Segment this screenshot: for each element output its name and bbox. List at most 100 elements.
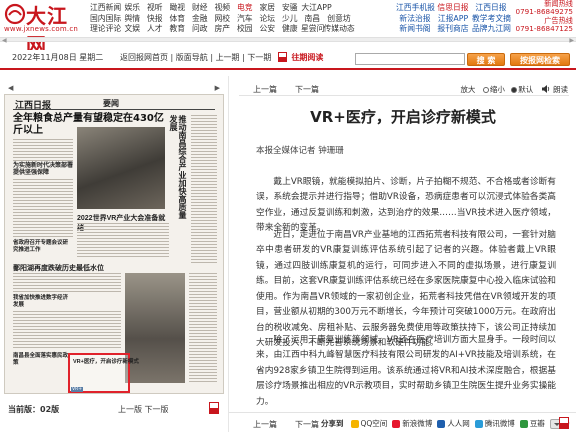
share-service-icon[interactable] [519, 419, 528, 428]
share-item[interactable]: 腾讯微博 [474, 418, 515, 429]
share-service-label[interactable]: QQ空间 [361, 418, 388, 429]
channel-link[interactable]: 新法治报 [396, 14, 434, 25]
newspaper-article-headline[interactable]: 南昌县全面落实惠民政策 [13, 353, 73, 367]
nav-link[interactable]: 创意坊 [324, 14, 355, 25]
speaker-icon[interactable] [541, 85, 551, 93]
pdf-icon[interactable] [277, 52, 287, 62]
nav-link[interactable]: 汽车 [234, 14, 257, 25]
channel-row: 新闻书阁 报刊商店 品牌九江网 [396, 24, 511, 35]
channel-link[interactable]: 品牌九江网 [472, 24, 511, 35]
nav-link[interactable]: 网校 [211, 14, 234, 25]
nav-link[interactable]: 公安 [256, 24, 279, 35]
nav-link[interactable]: 娱乐 [121, 3, 144, 14]
pdf-download-icon[interactable] [559, 417, 569, 429]
share-service-label[interactable]: 豆瓣 [530, 418, 545, 429]
zoom-option-label[interactable]: 缩小 [490, 85, 505, 94]
newspaper-page-image[interactable]: 江西日报 要闻 全年粮食总产量有望稳定在430亿斤以上 为实施新时代决策部署提供… [4, 94, 224, 394]
nav-link[interactable]: 论坛 [256, 14, 279, 25]
site-logo[interactable]: 大江网 www.jxnews.com.cn [4, 3, 84, 57]
nav-link[interactable]: 视听 [144, 3, 167, 14]
zoom-option-radio[interactable] [482, 87, 489, 93]
channel-link[interactable]: 江西日报 [472, 3, 510, 14]
share-item[interactable]: 人人网 [437, 418, 470, 429]
nav-link[interactable]: 电竞 [234, 3, 257, 14]
current-edition-label: 当前版：02版 [8, 405, 60, 414]
next-article-link[interactable]: 下一篇 [295, 420, 319, 429]
nav-link[interactable]: 健康 [279, 24, 302, 35]
share-label: 分享到 [321, 419, 344, 428]
nav-link[interactable]: 南昌 [301, 14, 324, 25]
share-item[interactable]: 新浪微博 [392, 418, 432, 429]
nav-link[interactable]: 大江APP [301, 3, 332, 14]
article-panel: 上一篇 下一篇 放大 缩小 默认 朗读 VR+医疗，开启诊疗新模式 本报全媒体记者… [228, 76, 576, 432]
scroll-right-icon[interactable]: ▶ [569, 37, 574, 44]
scroll-left-icon[interactable]: ◀ [2, 37, 7, 44]
nav-link[interactable]: 少儿 [279, 14, 302, 25]
next-article-link[interactable]: 下一篇 [295, 85, 319, 94]
channel-links: 江西手机报 信思日报 江西日报 新法治报 江报APP 教学考文摘 新闻书阁 报刊商店 品牌九江网 [396, 3, 511, 35]
nav-link[interactable]: 理论评论 [90, 24, 121, 35]
nav-link[interactable]: 教育 [166, 24, 189, 35]
newspaper-article-headline[interactable]: 省政府召开专题会议研究推进工作 [13, 240, 73, 254]
share-item[interactable]: 豆瓣 [519, 418, 545, 429]
share-service-icon[interactable] [392, 419, 401, 428]
channel-link[interactable]: 江西手机报 [396, 3, 435, 14]
share-service-icon[interactable] [437, 419, 446, 428]
nav-link[interactable]: 问政 [189, 24, 212, 35]
nav-link[interactable]: 视频 [211, 3, 234, 14]
share-service-label[interactable]: 腾讯微博 [485, 418, 515, 429]
channel-link[interactable]: 新闻书阁 [396, 24, 434, 35]
channel-link[interactable]: 报刊商店 [434, 24, 472, 35]
paper-footer: 当前版：02版 上一版 下一版 [0, 402, 228, 416]
nav-link[interactable]: 房产 [211, 24, 234, 35]
nav-link[interactable]: 校园 [234, 24, 257, 35]
archive-read-link[interactable]: 往期阅读 [291, 53, 323, 62]
horizontal-scrollbar[interactable]: ◀ ▶ [0, 37, 576, 44]
prev-article-link[interactable]: 上一篇 [253, 420, 277, 429]
zoom-option-label[interactable]: 默认 [518, 85, 533, 94]
search-input[interactable] [355, 53, 465, 65]
share-item[interactable]: QQ空间 [350, 418, 388, 429]
channel-link[interactable]: 江报APP [434, 14, 472, 25]
share-service-icon[interactable] [350, 419, 359, 428]
prev-article-link[interactable]: 上一篇 [253, 85, 277, 94]
next-edition-link[interactable]: 下一版 [145, 405, 169, 414]
newspaper-vertical-headline[interactable]: 推动南昌综合产业加快高质量发展 [169, 115, 188, 225]
newspaper-article-headline[interactable]: 我省加快推进数字经济发展 [13, 295, 73, 309]
nav-link[interactable]: 江西新闻 [90, 3, 121, 14]
nav-link[interactable]: 国内国际 [90, 14, 121, 25]
next-page-arrow-icon[interactable]: ▶ [215, 84, 220, 92]
prev-page-arrow-icon[interactable]: ◀ [8, 84, 13, 92]
nav-link[interactable]: 文娱 [121, 24, 144, 35]
nav-link[interactable]: 舆情 [121, 14, 144, 25]
newspaper-article-headline[interactable]: 为实施新时代决策部署提供坚强保障 [13, 163, 73, 177]
pdf-download-icon[interactable] [209, 402, 219, 414]
channel-link[interactable]: 教学考文摘 [472, 14, 511, 25]
share-service-icon[interactable] [474, 419, 483, 428]
newspaper-article-headline[interactable]: 鄱阳湖再度跌破历史最低水位 [13, 263, 123, 273]
nav-link[interactable]: 财经 [189, 3, 212, 14]
nav-link[interactable]: 安骚 [279, 3, 302, 14]
newspaper-rule [13, 109, 215, 110]
read-aloud-button[interactable]: 朗读 [553, 85, 568, 94]
nav-link[interactable]: 家居 [256, 3, 279, 14]
nav-link[interactable]: 星尝问 [301, 24, 324, 35]
nav-link[interactable]: 快报 [144, 14, 167, 25]
home-link[interactable]: 返回报网首页 [120, 53, 168, 62]
nav-link[interactable]: 金融 [189, 14, 212, 25]
channel-link[interactable]: 信思日报 [434, 3, 472, 14]
share-service-label[interactable]: 新浪微博 [402, 418, 432, 429]
nav-link[interactable]: 传媒动态 [324, 24, 355, 35]
nav-link[interactable]: 体育 [166, 14, 189, 25]
next-issue-link[interactable]: 下一期 [247, 53, 271, 62]
prev-issue-link[interactable]: 上一期 [216, 53, 240, 62]
article-top-nav: 上一篇 下一篇 [253, 84, 319, 95]
zoom-option-radio[interactable] [511, 87, 518, 93]
page-nav-link[interactable]: 版面导航 [176, 53, 208, 62]
search-button[interactable]: 搜 索 [467, 53, 505, 66]
prev-edition-link[interactable]: 上一版 [118, 405, 142, 414]
share-service-label[interactable]: 人人网 [447, 418, 470, 429]
nav-link[interactable]: 人才 [144, 24, 167, 35]
nav-link[interactable]: 瞰视 [166, 3, 189, 14]
archive-search-button[interactable]: 按报网检索 [510, 53, 570, 66]
